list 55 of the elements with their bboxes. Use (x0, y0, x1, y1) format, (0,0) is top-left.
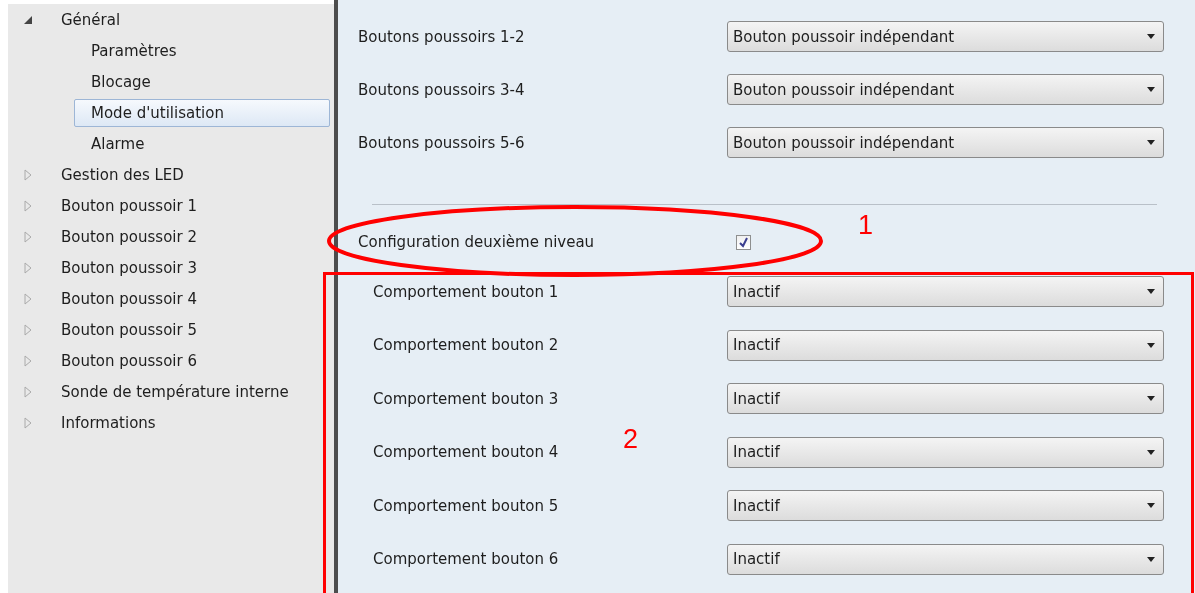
setting-label: Comportement bouton 1 (373, 282, 560, 301)
tree-item[interactable]: Bouton poussoir 3 (60, 253, 214, 282)
setting-label: Configuration deuxième niveau (358, 233, 596, 251)
setting-label: Comportement bouton 3 (373, 389, 560, 408)
collapsed-triangle-icon[interactable] (22, 385, 34, 398)
tree-item[interactable]: Bouton poussoir 2 (60, 222, 214, 251)
dropdown[interactable]: Inactif (727, 329, 1164, 361)
dropdown[interactable]: Bouton poussoir indépendant (727, 74, 1164, 105)
collapsed-triangle-icon[interactable] (22, 416, 34, 429)
tree-item[interactable]: Bouton poussoir 5 (60, 315, 214, 344)
caret-icon (1147, 289, 1155, 295)
dropdown[interactable]: Inactif (727, 383, 1164, 415)
dropdown[interactable]: Bouton poussoir indépendant (727, 127, 1164, 158)
tree-item[interactable]: Paramètres (74, 36, 194, 65)
collapsed-triangle-icon[interactable] (22, 199, 34, 212)
tree-item[interactable]: Sonde de température interne (60, 377, 306, 406)
collapsed-triangle-icon[interactable] (22, 230, 34, 243)
caret-icon (1147, 34, 1155, 39)
tree-item[interactable]: Mode d'utilisation (74, 98, 330, 127)
dropdown[interactable]: Inactif (727, 543, 1164, 575)
caret-icon (1147, 396, 1155, 402)
setting-label: Boutons poussoirs 5-6 (358, 133, 526, 152)
checkbox[interactable] (736, 234, 751, 250)
dropdown[interactable]: Inactif (727, 276, 1164, 308)
tree-item[interactable]: Alarme (74, 129, 162, 158)
collapsed-triangle-icon[interactable] (22, 323, 34, 336)
setting-label: Comportement bouton 5 (373, 496, 560, 515)
tree-item[interactable]: Bouton poussoir 6 (60, 346, 214, 375)
annotation-number: 2 (623, 424, 639, 455)
collapsed-triangle-icon[interactable] (22, 292, 34, 305)
tree-item[interactable]: Gestion des LED (60, 160, 201, 189)
caret-icon (1147, 449, 1155, 455)
dropdown[interactable]: Bouton poussoir indépendant (727, 21, 1164, 52)
tree-item[interactable]: Blocage (74, 67, 168, 96)
caret-icon (1147, 556, 1155, 562)
dropdown[interactable]: Inactif (727, 436, 1164, 468)
collapsed-triangle-icon[interactable] (22, 168, 34, 181)
check-icon (738, 236, 749, 248)
tree-item[interactable]: Bouton poussoir 4 (60, 284, 214, 313)
collapsed-triangle-icon[interactable] (22, 261, 34, 274)
tree-item[interactable]: Informations (60, 408, 173, 437)
caret-icon (1147, 140, 1155, 145)
collapsed-triangle-icon[interactable] (22, 354, 34, 367)
caret-icon (1147, 503, 1155, 509)
annotation-number: 1 (858, 210, 874, 241)
setting-label: Comportement bouton 6 (373, 550, 560, 569)
setting-label: Boutons poussoirs 3-4 (358, 80, 526, 99)
setting-label: Boutons poussoirs 1-2 (358, 27, 526, 46)
dropdown[interactable]: Inactif (727, 490, 1164, 522)
setting-label: Comportement bouton 4 (373, 443, 560, 462)
setting-label: Comportement bouton 2 (373, 336, 560, 355)
tree-item[interactable]: Bouton poussoir 1 (60, 191, 214, 220)
tree-item[interactable]: Général (60, 5, 138, 34)
caret-icon (1147, 342, 1155, 348)
caret-icon (1147, 87, 1155, 92)
